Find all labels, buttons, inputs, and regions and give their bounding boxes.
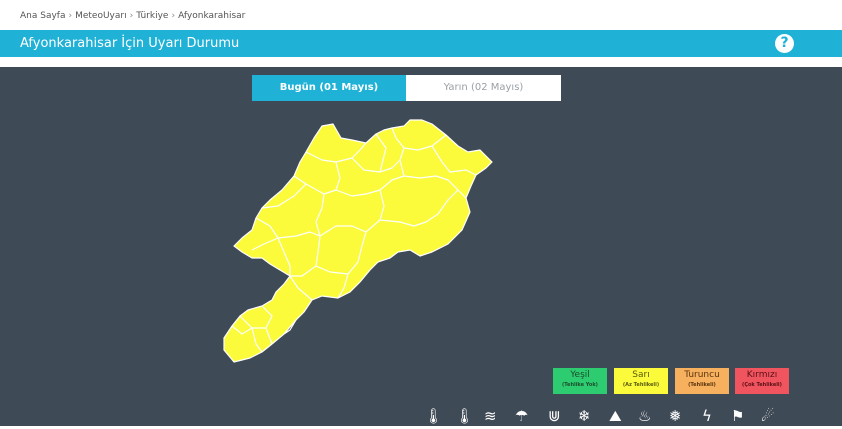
snowflake-icon[interactable]: ❅ <box>669 407 682 425</box>
page-header: Afyonkarahisar İçin Uyarı Durumu ? <box>0 30 842 57</box>
thermometer-low-icon[interactable]: 🌡 <box>424 407 443 425</box>
map-region-outline[interactable] <box>223 119 493 363</box>
breadcrumb-item-current: Afyonkarahisar <box>178 11 246 21</box>
forest-fire-icon[interactable]: ♨ <box>638 407 651 425</box>
avalanche-icon[interactable]: ⛰ <box>609 407 622 425</box>
breadcrumb-item-meteouyari[interactable]: MeteoUyarı <box>75 11 127 21</box>
legend-red: Kırmızı (Çok Tehlikeli) <box>735 368 789 394</box>
legend-green: Yeşil (Tehlike Yok) <box>553 368 607 394</box>
legend-yellow: Sarı (Az Tehlikeli) <box>614 368 668 394</box>
warning-map-panel: Bugün (01 Mayıs) Yarın (02 Mayıs) Yeşil … <box>0 67 842 426</box>
breadcrumb-item-home[interactable]: Ana Sayfa <box>20 11 65 21</box>
lightning-icon[interactable]: ϟ <box>702 407 712 425</box>
page-title: Afyonkarahisar İçin Uyarı Durumu <box>20 36 240 51</box>
snow-icon[interactable]: ❄ <box>578 407 591 425</box>
weather-misc-icon[interactable]: ☄ <box>761 407 774 425</box>
icicles-icon[interactable]: ⋓ <box>548 407 561 425</box>
legend-orange: Turuncu (Tehlikeli) <box>675 368 729 394</box>
thermometer-high-icon[interactable]: 🌡 <box>455 407 474 425</box>
breadcrumb-trail: Ana Sayfa › MeteoUyarı › Türkiye › Afyonkarahi… <box>20 11 246 21</box>
waves-icon[interactable]: ≋ <box>484 407 497 425</box>
thunderstorm-icon[interactable]: ☂ <box>515 407 528 425</box>
breadcrumb-item-turkiye[interactable]: Türkiye <box>136 11 168 21</box>
wind-flag-icon[interactable]: ⚑ <box>731 407 744 425</box>
help-icon[interactable]: ? <box>775 34 794 53</box>
breadcrumb: Ana Sayfa › MeteoUyarı › Türkiye › Afyonkarahi… <box>0 0 842 30</box>
